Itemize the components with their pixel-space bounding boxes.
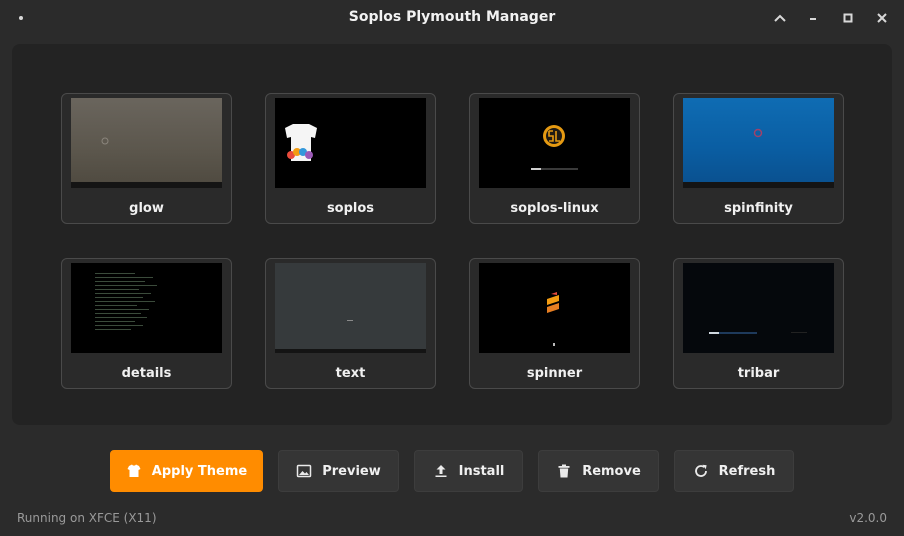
theme-name: text [335, 366, 366, 381]
theme-preview-tribar [683, 263, 834, 353]
theme-preview-soplos [275, 98, 426, 188]
status-text: Running on XFCE (X11) [17, 511, 157, 525]
theme-name: soplos-linux [510, 201, 599, 216]
apply-theme-label: Apply Theme [151, 463, 248, 479]
theme-preview-text [275, 263, 426, 353]
version-label: v2.0.0 [849, 511, 887, 525]
window-title: Soplos Plymouth Manager [348, 9, 556, 25]
maximize-icon[interactable] [838, 8, 858, 28]
keep-above-icon[interactable] [770, 8, 790, 28]
title-bar: Soplos Plymouth Manager [0, 0, 904, 36]
theme-name: glow [129, 201, 164, 216]
refresh-icon [694, 464, 707, 477]
theme-preview-soplos-linux [479, 98, 630, 188]
theme-grid: glow soplos soplos-linux spinfinity deta… [12, 44, 892, 425]
theme-card-spinfinity[interactable]: spinfinity [673, 93, 844, 224]
remove-label: Remove [582, 463, 641, 479]
theme-card-soplos[interactable]: soplos [265, 93, 436, 224]
close-icon[interactable] [872, 8, 892, 28]
refresh-label: Refresh [718, 463, 776, 479]
apply-theme-button[interactable]: Apply Theme [110, 450, 263, 492]
theme-preview-spinfinity [683, 98, 834, 188]
trash-icon [558, 464, 570, 478]
image-icon [296, 464, 312, 478]
theme-card-glow[interactable]: glow [61, 93, 232, 224]
preview-label: Preview [322, 463, 381, 479]
minimize-icon[interactable] [803, 8, 823, 28]
theme-name: details [121, 366, 172, 381]
install-label: Install [458, 463, 505, 479]
theme-card-tribar[interactable]: tribar [673, 258, 844, 389]
shirt-icon [127, 464, 141, 477]
preview-button[interactable]: Preview [278, 450, 399, 492]
theme-name: tribar [737, 366, 780, 381]
theme-preview-glow [71, 98, 222, 188]
theme-preview-spinner [479, 263, 630, 353]
theme-card-details[interactable]: details [61, 258, 232, 389]
theme-name: soplos [326, 201, 375, 216]
theme-card-soplos-linux[interactable]: soplos-linux [469, 93, 640, 224]
refresh-button[interactable]: Refresh [674, 450, 794, 492]
theme-name: spinner [526, 366, 583, 381]
theme-card-spinner[interactable]: spinner [469, 258, 640, 389]
remove-button[interactable]: Remove [538, 450, 659, 492]
theme-preview-details [71, 263, 222, 353]
theme-name: spinfinity [724, 201, 793, 216]
install-button[interactable]: Install [414, 450, 523, 492]
upload-icon [435, 465, 447, 477]
theme-card-text[interactable]: text [265, 258, 436, 389]
